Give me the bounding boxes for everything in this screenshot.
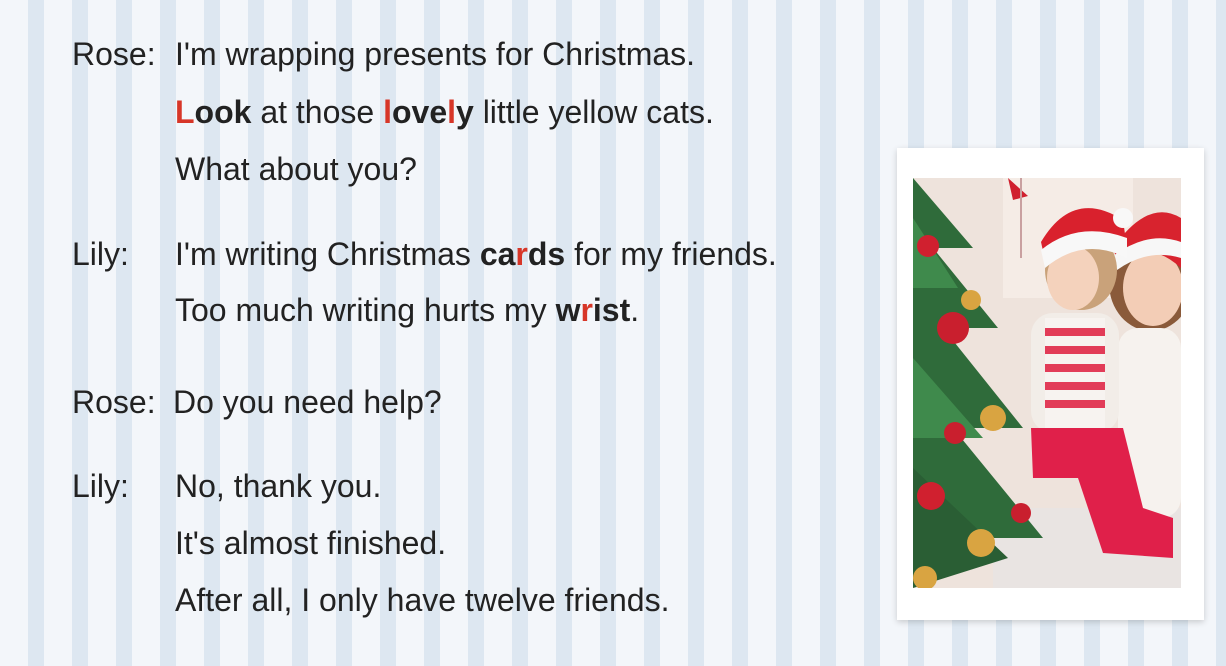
- text-segment: Too much writing hurts my: [175, 292, 556, 328]
- photo-frame: [897, 148, 1204, 620]
- text-segment: for my friends.: [565, 236, 777, 272]
- christmas-photo: [913, 178, 1181, 588]
- text-segment: at those: [251, 94, 384, 130]
- dialogue-text: I'm wrapping presents for Christmas.: [175, 32, 695, 76]
- highlighted-letter: l: [383, 94, 392, 130]
- vocabulary-word: ove: [391, 94, 448, 130]
- dialogue-text: It's almost finished.: [175, 521, 446, 565]
- dialogue-text: Too much writing hurts my wrist.: [175, 288, 639, 332]
- vocabulary-word: ist: [592, 292, 631, 328]
- highlighted-letter: l: [447, 94, 456, 130]
- christmas-photo-illustration: [913, 178, 1181, 588]
- text-segment: No, thank you.: [175, 468, 382, 504]
- vocabulary-word: ca: [479, 236, 516, 272]
- highlighted-letter: L: [175, 94, 195, 130]
- dialogue-text: I'm writing Christmas cards for my frien…: [175, 232, 777, 276]
- dialogue-text: No, thank you.: [175, 464, 381, 508]
- speaker-label: Lily:: [72, 236, 129, 272]
- speaker-label: Rose:: [72, 384, 156, 420]
- dialogue-text: Look at those lovely little yellow cats.: [175, 90, 714, 134]
- text-segment: .: [630, 292, 640, 328]
- highlighted-letter: r: [580, 292, 593, 328]
- vocabulary-word: ds: [527, 236, 566, 272]
- vocabulary-word: ook: [194, 94, 252, 130]
- text-segment: What about you?: [175, 151, 417, 187]
- text-segment: After all, I only have twelve friends.: [175, 582, 670, 618]
- text-segment: I'm wrapping presents for Christmas.: [175, 36, 696, 72]
- dialogue-text: What about you?: [175, 147, 417, 191]
- vocabulary-word: y: [456, 94, 474, 130]
- speaker-label: Lily:: [72, 468, 129, 504]
- text-segment: I'm writing Christmas: [175, 236, 480, 272]
- dialogue-text: Do you need help?: [173, 380, 442, 424]
- speaker-label: Rose:: [72, 36, 156, 72]
- text-segment: Do you need help?: [173, 384, 442, 420]
- text-segment: It's almost finished.: [175, 525, 447, 561]
- highlighted-letter: r: [515, 236, 528, 272]
- vocabulary-word: w: [555, 292, 581, 328]
- text-segment: little yellow cats.: [473, 94, 714, 130]
- dialogue-text: After all, I only have twelve friends.: [175, 578, 669, 622]
